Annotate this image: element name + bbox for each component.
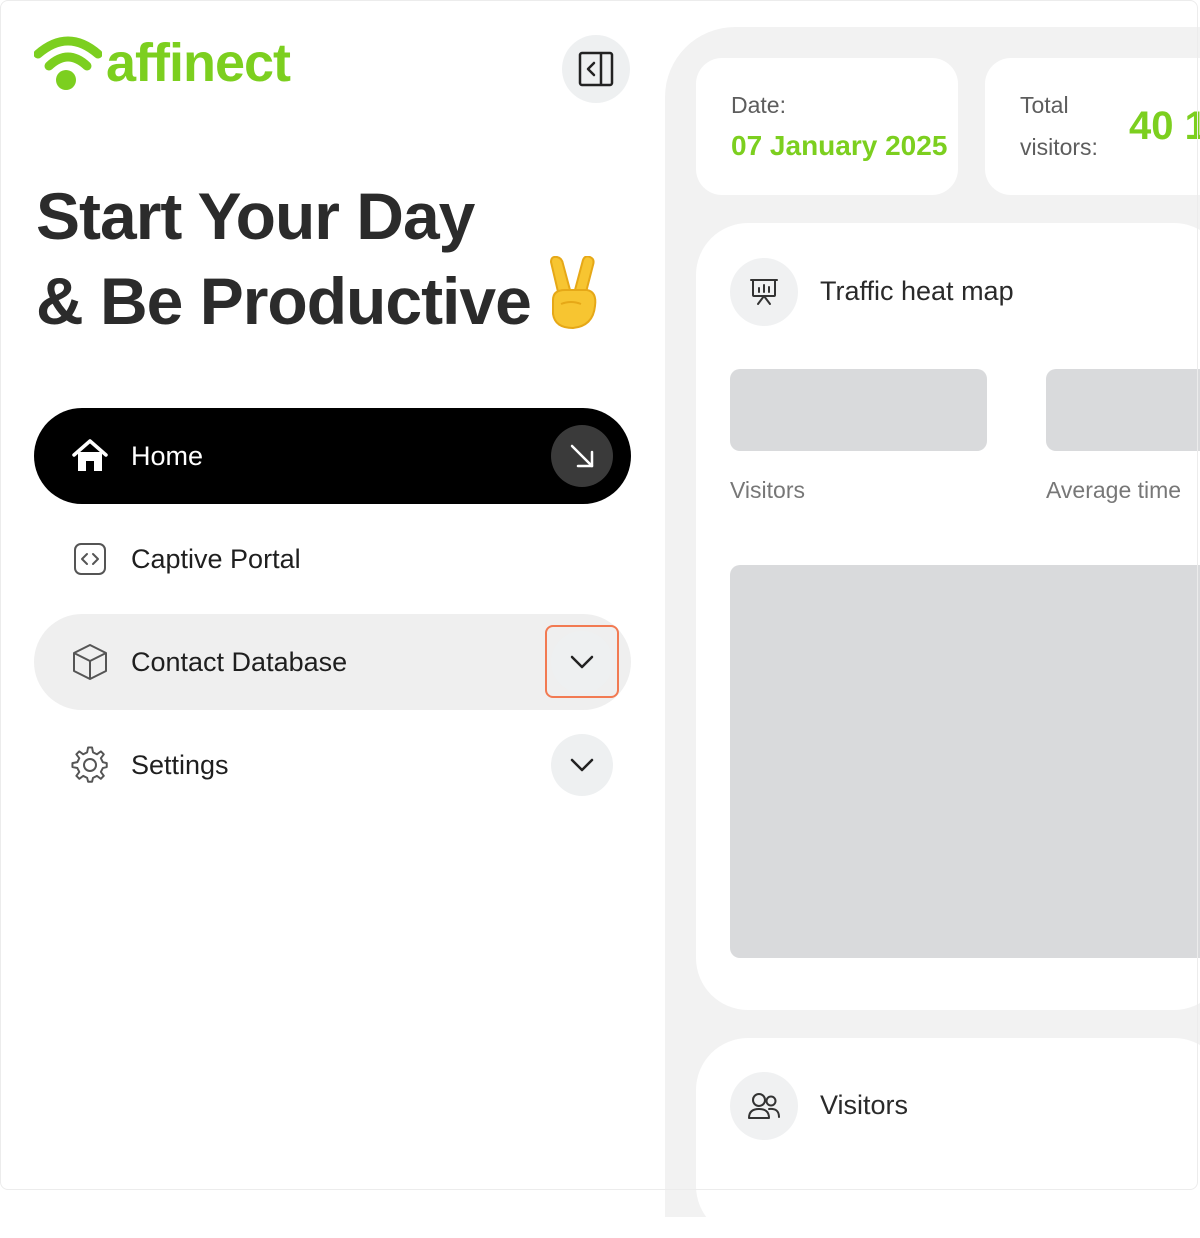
presentation-chart-icon [750,279,778,305]
home-icon [70,436,110,476]
traffic-heatmap-card: Traffic heat map Visitors Average time [696,223,1200,1010]
nav-label-settings: Settings [131,749,229,780]
total-visitors-label-2: visitors: [1020,134,1098,160]
visitors-icon-badge [730,1072,798,1140]
brand-name: affinect [106,33,291,93]
gear-icon [70,745,110,785]
average-time-metric-skeleton [1046,369,1200,451]
welcome-headline: Start Your Day & Be Productive [36,176,656,347]
visitors-section-card: Visitors [696,1038,1200,1238]
arrow-down-right-icon [570,444,594,468]
nav-item-captive-portal[interactable]: Captive Portal [34,511,631,607]
sidebar-collapse-icon [578,51,614,87]
average-time-metric-label: Average time [1046,477,1182,503]
heatmap-chart-skeleton [730,565,1200,958]
date-card: Date: 07 January 2025 [696,58,958,195]
brand-logo[interactable]: affinect [34,33,291,93]
total-visitors-label-1: Total [1020,92,1069,118]
focus-highlight-box [545,625,619,698]
code-bracket-icon [70,539,110,579]
wifi-logo-icon [34,36,102,90]
nav-item-home[interactable]: Home [34,408,631,504]
heatmap-icon-badge [730,258,798,326]
headline-line-2-text: & Be Productive [36,264,532,338]
visitors-metric-label: Visitors [730,477,805,503]
nav-label-contact-database: Contact Database [131,646,348,677]
total-visitors-value: 40 1 [1129,104,1200,148]
settings-expand-button[interactable] [551,734,613,796]
visitors-section-title: Visitors [820,1090,909,1120]
headline-line-2: & Be Productive [36,255,656,347]
home-arrow-button[interactable] [551,425,613,487]
total-visitors-card: Total visitors: 40 1 [985,58,1200,195]
sidebar-collapse-button[interactable] [562,35,630,103]
headline-line-1: Start Your Day [36,179,475,253]
heatmap-title: Traffic heat map [820,276,1014,306]
nav-label-captive-portal: Captive Portal [131,543,301,574]
nav-item-settings[interactable]: Settings [34,717,631,813]
users-icon [748,1093,780,1119]
cube-icon [70,642,110,682]
date-label: Date: [731,92,786,118]
nav-item-contact-database[interactable]: Contact Database [34,614,631,710]
visitors-metric-skeleton [730,369,987,451]
chevron-down-icon [570,758,594,772]
nav-label-home: Home [131,440,204,471]
victory-hand-icon [545,255,601,347]
date-value: 07 January 2025 [731,130,948,161]
